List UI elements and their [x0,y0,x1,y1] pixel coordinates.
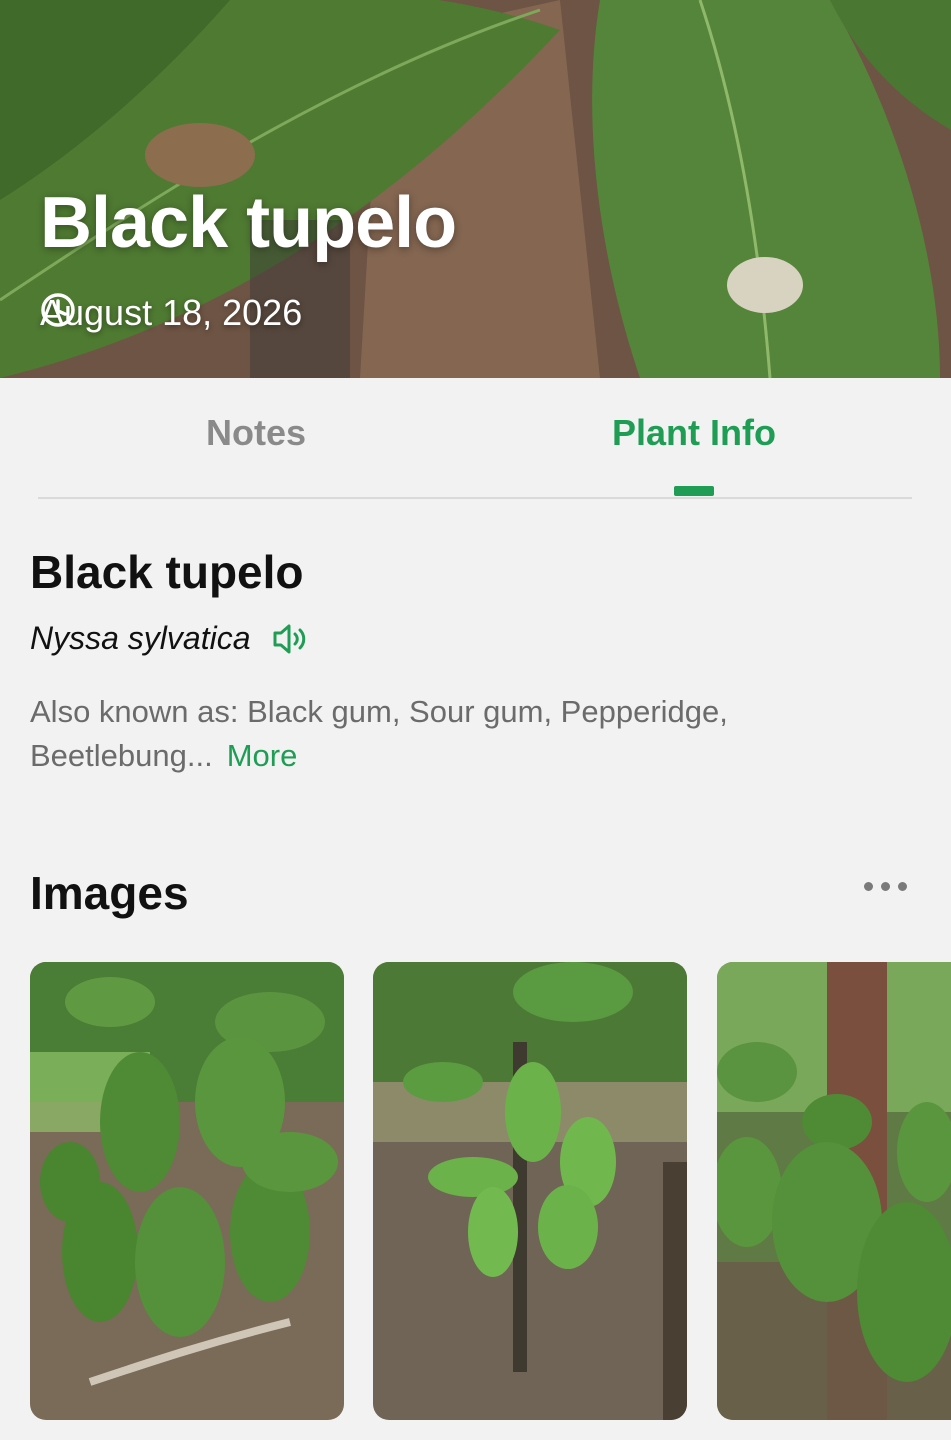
plant-common-name: Black tupelo [30,546,304,598]
tabs-divider [38,497,912,499]
date-text: August 18, 2026 [40,292,303,333]
image-thumbnail-1[interactable] [30,962,344,1420]
tab-plant-info[interactable]: Plant Info [474,412,914,454]
active-tab-indicator [674,486,714,496]
speaker-icon[interactable] [271,622,311,656]
plant-scientific-name: Nyssa sylvatica [30,620,251,656]
plant-photo-2 [373,962,687,1420]
more-link[interactable]: More [227,738,298,773]
images-section-title: Images [30,867,189,919]
also-known-as-text: Also known as: Black gum, Sour gum, Pepp… [30,694,728,773]
scientific-name-row: Nyssa sylvatica [30,620,311,657]
more-dots-icon[interactable] [864,882,907,891]
image-thumbnail-3[interactable] [717,962,951,1420]
header-photo: Black tupelo August 18, 2026 [0,0,951,378]
image-thumbnail-2[interactable] [373,962,687,1420]
clock-icon [41,293,75,327]
also-known-as: Also known as: Black gum, Sour gum, Pepp… [30,690,910,778]
page-title: Black tupelo [40,183,457,263]
plant-photo-3 [717,962,951,1420]
observation-date: August 18, 2026 [40,292,302,334]
plant-photo-1 [30,962,344,1420]
tab-notes[interactable]: Notes [36,412,476,454]
tab-bar: Notes Plant Info [0,378,951,498]
